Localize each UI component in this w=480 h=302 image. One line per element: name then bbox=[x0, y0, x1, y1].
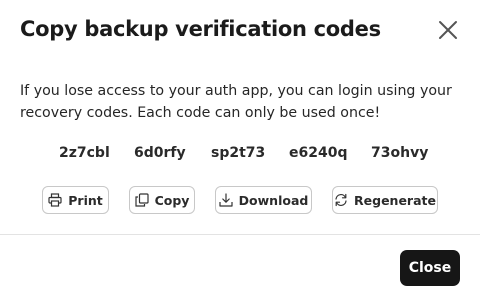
footer-divider bbox=[0, 234, 480, 235]
print-button[interactable]: Print bbox=[42, 186, 109, 214]
recovery-code: 6d0rfy bbox=[134, 145, 186, 161]
dialog-title: Copy backup verification codes bbox=[20, 17, 381, 41]
close-icon bbox=[439, 21, 457, 39]
print-button-label: Print bbox=[68, 192, 103, 208]
download-button-label: Download bbox=[238, 192, 309, 208]
close-dialog-button[interactable] bbox=[434, 16, 462, 44]
backup-codes-dialog: Copy backup verification codes If you lo… bbox=[0, 0, 480, 302]
copy-icon bbox=[134, 193, 149, 207]
recovery-code: e6240q bbox=[289, 145, 348, 161]
download-button[interactable]: Download bbox=[215, 186, 312, 214]
recovery-code: sp2t73 bbox=[211, 145, 266, 161]
recovery-code: 2z7cbl bbox=[59, 145, 110, 161]
dialog-description: If you lose access to your auth app, you… bbox=[20, 83, 452, 121]
download-icon bbox=[219, 193, 233, 207]
close-button[interactable]: Close bbox=[400, 250, 460, 286]
recovery-code: 73ohvy bbox=[371, 145, 429, 161]
copy-button-label: Copy bbox=[154, 192, 190, 208]
regenerate-button[interactable]: Regenerate bbox=[332, 186, 438, 214]
copy-button[interactable]: Copy bbox=[129, 186, 195, 214]
printer-icon bbox=[48, 193, 62, 207]
refresh-icon bbox=[335, 193, 347, 207]
regenerate-button-label: Regenerate bbox=[354, 192, 436, 208]
